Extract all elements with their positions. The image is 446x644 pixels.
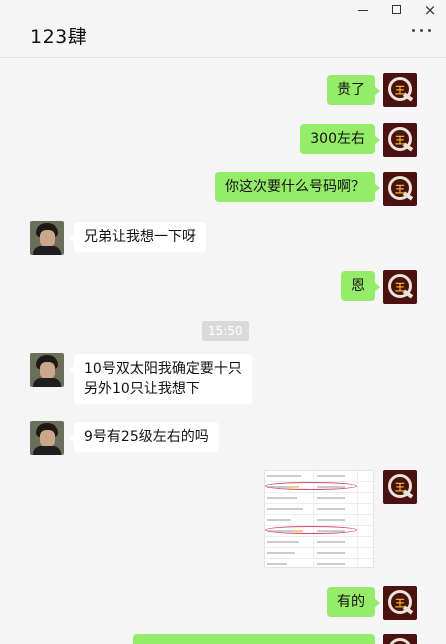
contact-avatar[interactable]	[30, 421, 64, 455]
avatar-glyph: 王	[395, 86, 405, 97]
contact-avatar[interactable]	[30, 221, 64, 255]
my-avatar[interactable]: 王	[383, 270, 417, 304]
my-message-bubble-partial[interactable]	[133, 634, 375, 644]
avatar-glyph: 王	[395, 599, 405, 610]
my-message-bubble[interactable]: 300左右	[300, 124, 380, 154]
close-icon[interactable]: ×	[421, 2, 439, 18]
my-message-bubble[interactable]: 有的	[327, 587, 380, 617]
my-message-bubble[interactable]: 贵了	[327, 75, 380, 105]
more-icon[interactable]	[412, 25, 432, 33]
my-avatar[interactable]: 王	[383, 172, 417, 206]
my-avatar[interactable]: 王	[383, 73, 417, 107]
minimize-icon[interactable]	[354, 2, 372, 18]
contact-avatar[interactable]	[30, 353, 64, 387]
my-avatar[interactable]: 王	[383, 123, 417, 157]
my-message-bubble[interactable]: 恩	[341, 271, 380, 301]
timestamp: 15:50	[202, 321, 249, 341]
avatar-glyph: 王	[395, 283, 405, 294]
window-controls: ×	[326, 0, 446, 22]
avatar-glyph: 王	[395, 136, 405, 147]
maximize-icon[interactable]	[388, 2, 406, 18]
contact-message-bubble[interactable]: 10号双太阳我确定要十只 另外10只让我想下	[69, 354, 252, 404]
my-avatar[interactable]: 王	[383, 470, 417, 504]
my-message-bubble[interactable]: 你这次要什么号码啊？	[215, 172, 380, 202]
contact-message-bubble[interactable]: 兄弟让我想一下呀	[69, 222, 206, 252]
message-list[interactable]: 贵了 王 300左右 王 你这次要什么号码啊？ 王 兄弟让我想一下呀 恩 王 1…	[0, 59, 446, 644]
avatar-glyph: 王	[395, 483, 405, 494]
chat-title: 123肆	[30, 26, 88, 48]
avatar-glyph: 王	[395, 185, 405, 196]
my-avatar[interactable]: 王	[383, 586, 417, 620]
my-avatar[interactable]	[383, 634, 417, 644]
contact-message-bubble[interactable]: 9号有25级左右的吗	[69, 422, 219, 452]
image-message[interactable]	[264, 470, 374, 568]
